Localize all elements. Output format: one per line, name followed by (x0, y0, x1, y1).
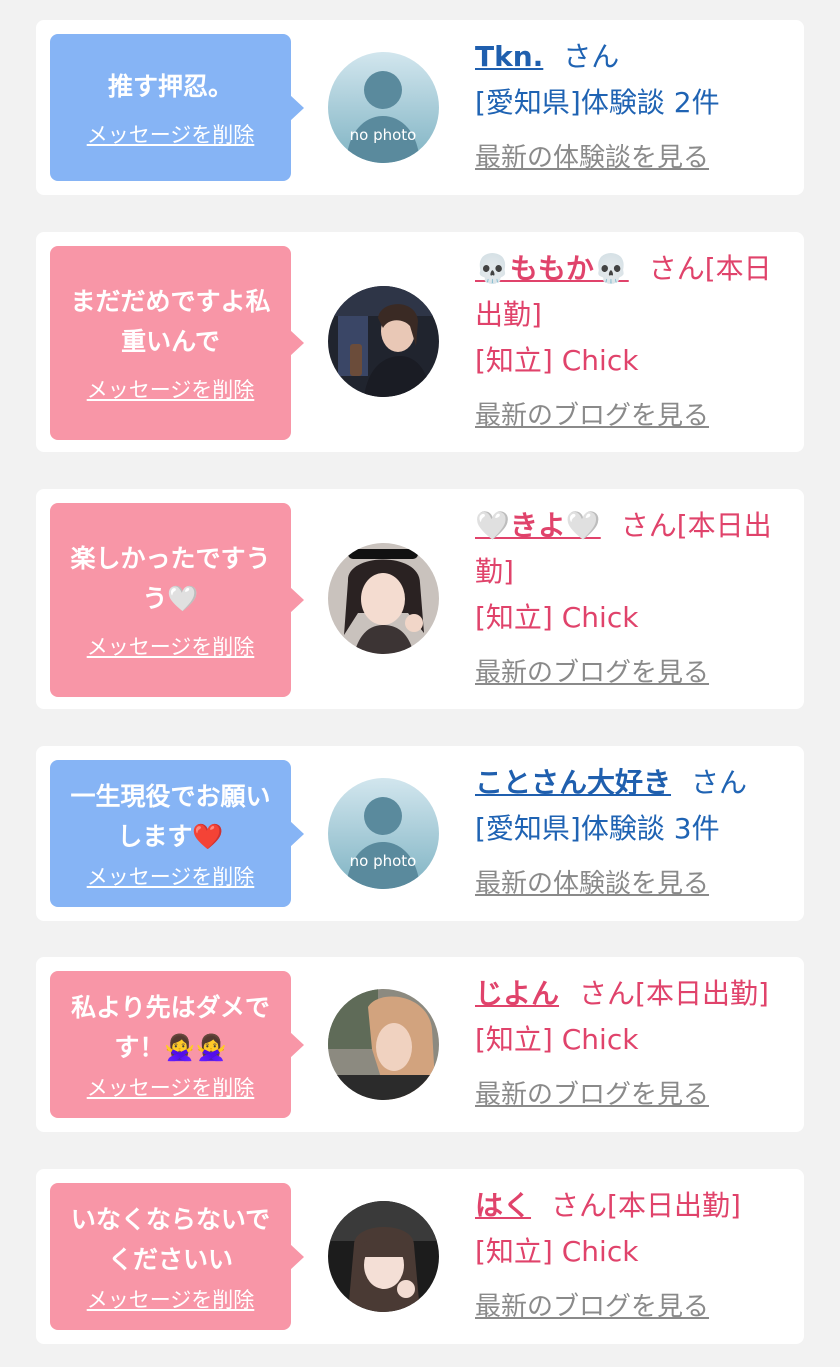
user-name-link[interactable]: 💀ももか💀 (475, 252, 629, 285)
user-meta: [愛知県]体験談 2件 (475, 86, 720, 119)
message-card: まだだめですよ私重いんで メッセージを削除 💀ももか💀 さん[本日出勤] [知立]… (36, 232, 804, 452)
user-name-link[interactable]: 🤍きよ🤍 (475, 509, 601, 542)
delete-message-link[interactable]: メッセージを削除 (87, 121, 255, 149)
user-name-link[interactable]: じよん (475, 977, 559, 1010)
honorific: さん[本日出勤] (551, 1189, 741, 1222)
user-name-link[interactable]: Tkn. (475, 40, 543, 73)
message-text: 私より先はダメです！🙅‍♀️🙅‍♀️ (71, 992, 270, 1062)
user-meta: [知立] Chick (475, 344, 639, 377)
user-info: じよん さん[本日出勤] [知立] Chick 最新のブログを見る (475, 971, 790, 1115)
message-bubble: 私より先はダメです！🙅‍♀️🙅‍♀️ メッセージを削除 (50, 971, 304, 1118)
no-photo-label: no photo (350, 126, 417, 144)
no-photo-label: no photo (350, 852, 417, 870)
honorific: さん (563, 40, 620, 73)
message-card: 楽しかったですうう🤍 メッセージを削除 🤍きよ🤍 さん[本日出勤] [知立] Ch… (36, 489, 804, 709)
message-text: いなくならないでくださいい (70, 1204, 271, 1274)
message-list: 推す押忍。 メッセージを削除 no photo Tkn. さん [愛知県]体験談… (0, 0, 840, 1367)
user-info: はく さん[本日出勤] [知立] Chick 最新のブログを見る (475, 1183, 790, 1327)
honorific: さん[本日出勤] (579, 977, 769, 1010)
delete-message-link[interactable]: メッセージを削除 (87, 376, 255, 404)
user-info: 🤍きよ🤍 さん[本日出勤] [知立] Chick 最新のブログを見る (475, 503, 790, 693)
user-name-link[interactable]: はく (475, 1189, 531, 1222)
latest-reviews-link[interactable]: 最新の体験談を見る (475, 138, 709, 178)
avatar-no-photo[interactable]: no photo (328, 778, 439, 889)
delete-message-link[interactable]: メッセージを削除 (87, 633, 255, 661)
avatar-photo[interactable] (328, 989, 439, 1100)
message-card: 一生現役でお願いします❤️ メッセージを削除 no photo ことさん大好きさ… (36, 746, 804, 921)
message-text: 一生現役でお願いします❤️ (70, 781, 271, 851)
latest-blog-link[interactable]: 最新のブログを見る (475, 1075, 709, 1115)
honorific: さん (691, 766, 748, 799)
message-text: 推す押忍。 (107, 71, 233, 101)
delete-message-link[interactable]: メッセージを削除 (87, 863, 255, 891)
delete-message-link[interactable]: メッセージを削除 (87, 1286, 255, 1314)
message-bubble: いなくならないでくださいい メッセージを削除 (50, 1183, 304, 1330)
avatar-no-photo[interactable]: no photo (328, 52, 439, 163)
user-info: Tkn. さん [愛知県]体験談 2件 最新の体験談を見る (475, 34, 790, 178)
user-name-link[interactable]: ことさん大好き (475, 766, 671, 799)
avatar-photo[interactable] (328, 543, 439, 654)
latest-blog-link[interactable]: 最新のブログを見る (475, 1287, 709, 1327)
user-info: ことさん大好き さん [愛知県]体験談 3件 最新の体験談を見る (475, 760, 790, 904)
avatar-photo[interactable] (328, 286, 439, 397)
latest-blog-link[interactable]: 最新のブログを見る (475, 653, 709, 693)
user-meta: [知立] Chick (475, 1235, 639, 1268)
avatar-photo[interactable] (328, 1201, 439, 1312)
latest-blog-link[interactable]: 最新のブログを見る (475, 396, 709, 436)
message-text: まだだめですよ私重いんで (70, 287, 271, 356)
message-card: いなくならないでくださいい メッセージを削除 はく さん[本日出勤] [知立] C… (36, 1169, 804, 1344)
message-card: 推す押忍。 メッセージを削除 no photo Tkn. さん [愛知県]体験談… (36, 20, 804, 195)
message-card: 私より先はダメです！🙅‍♀️🙅‍♀️ メッセージを削除 じよん さん[本日出勤] … (36, 957, 804, 1132)
message-bubble: 一生現役でお願いします❤️ メッセージを削除 (50, 760, 304, 907)
user-meta: [愛知県]体験談 3件 (475, 812, 720, 845)
delete-message-link[interactable]: メッセージを削除 (87, 1074, 255, 1102)
message-bubble: 楽しかったですうう🤍 メッセージを削除 (50, 503, 304, 697)
message-bubble: まだだめですよ私重いんで メッセージを削除 (50, 246, 304, 440)
user-info: 💀ももか💀 さん[本日出勤] [知立] Chick 最新のブログを見る (475, 246, 790, 436)
latest-reviews-link[interactable]: 最新の体験談を見る (475, 864, 709, 904)
message-text: 楽しかったですうう🤍 (70, 544, 271, 613)
message-bubble: 推す押忍。 メッセージを削除 (50, 34, 304, 181)
user-meta: [知立] Chick (475, 1023, 639, 1056)
user-meta: [知立] Chick (475, 601, 639, 634)
